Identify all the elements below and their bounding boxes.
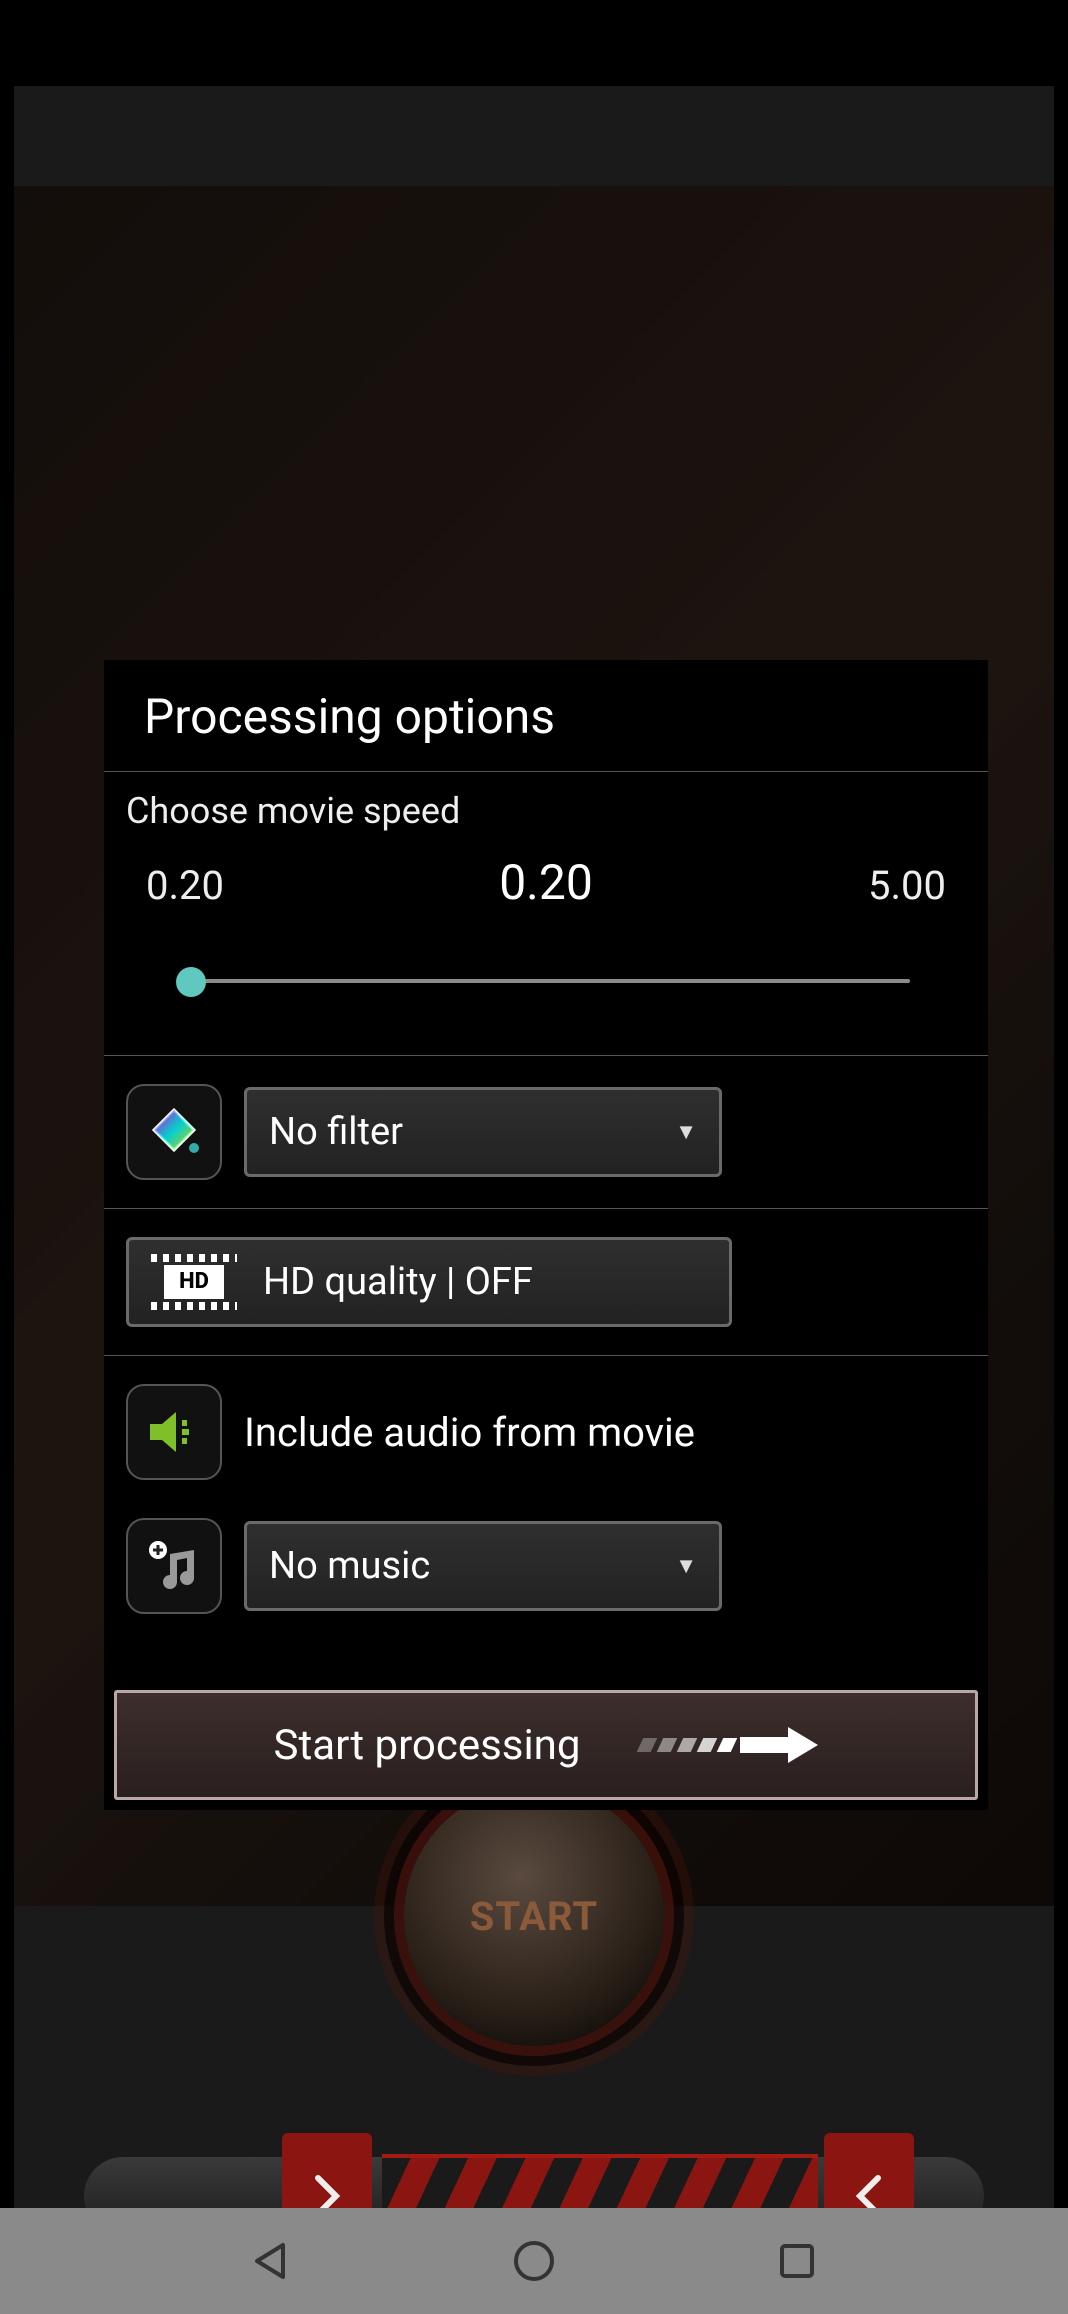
trim-bar [84, 2116, 984, 2208]
speed-slider-track [182, 979, 910, 983]
paint-bucket-icon [146, 1104, 202, 1160]
filter-icon[interactable] [126, 1084, 222, 1180]
hd-quality-toggle[interactable]: HD HD quality | OFF [126, 1237, 732, 1327]
circle-home-icon [510, 2237, 558, 2285]
trim-selection [382, 2154, 818, 2208]
hd-quality-label: HD quality | OFF [263, 1260, 533, 1304]
start-circle-button[interactable]: START [404, 1786, 664, 2046]
start-processing-button[interactable]: Start processing [114, 1690, 978, 1800]
include-audio-toggle[interactable] [126, 1384, 222, 1480]
nav-recent-button[interactable] [767, 2231, 827, 2291]
app-frame: START Processing options Choose movie sp… [14, 86, 1054, 2208]
speed-values: 0.20 0.20 5.00 [126, 854, 966, 911]
chevron-left-icon [854, 2174, 884, 2208]
include-audio-label: Include audio from movie [244, 1409, 695, 1456]
dropdown-caret-icon: ▼ [675, 1553, 697, 1579]
start-circle-label: START [470, 1893, 598, 1940]
trim-handle-left[interactable] [282, 2133, 372, 2208]
dialog-title: Processing options [104, 660, 988, 772]
nav-back-button[interactable] [241, 2231, 301, 2291]
start-processing-label: Start processing [274, 1721, 581, 1770]
music-row: No music ▼ [126, 1508, 966, 1642]
music-select[interactable]: No music ▼ [244, 1521, 722, 1611]
nav-home-button[interactable] [504, 2231, 564, 2291]
chevron-right-icon [312, 2174, 342, 2208]
hd-row: HD HD quality | OFF [126, 1209, 966, 1355]
speed-max-value: 5.00 [868, 862, 946, 909]
trim-track[interactable] [84, 2157, 984, 2208]
filter-row: No filter ▼ [126, 1056, 966, 1208]
filter-select[interactable]: No filter ▼ [244, 1087, 722, 1177]
system-nav-bar [0, 2208, 1068, 2314]
dropdown-caret-icon: ▼ [675, 1119, 697, 1145]
speed-min-value: 0.20 [146, 862, 224, 909]
dialog-body: Choose movie speed 0.20 0.20 5.00 [104, 772, 988, 1648]
filter-select-value: No filter [269, 1110, 403, 1154]
speaker-on-icon [146, 1410, 202, 1454]
speed-current-value: 0.20 [499, 854, 593, 911]
square-recent-icon [776, 2240, 818, 2282]
speed-slider-thumb[interactable] [176, 967, 206, 997]
speed-section-label: Choose movie speed [126, 790, 966, 832]
speed-slider[interactable] [126, 959, 966, 1003]
music-note-plus-icon [146, 1538, 202, 1594]
triangle-back-icon [249, 2239, 293, 2283]
trim-handle-right[interactable] [824, 2133, 914, 2208]
arrow-right-icon [640, 1727, 818, 1763]
include-audio-row: Include audio from movie [126, 1356, 966, 1508]
processing-options-dialog: Processing options Choose movie speed 0.… [104, 660, 988, 1810]
hd-icon: HD [151, 1254, 237, 1310]
add-music-icon[interactable] [126, 1518, 222, 1614]
music-select-value: No music [269, 1544, 430, 1588]
